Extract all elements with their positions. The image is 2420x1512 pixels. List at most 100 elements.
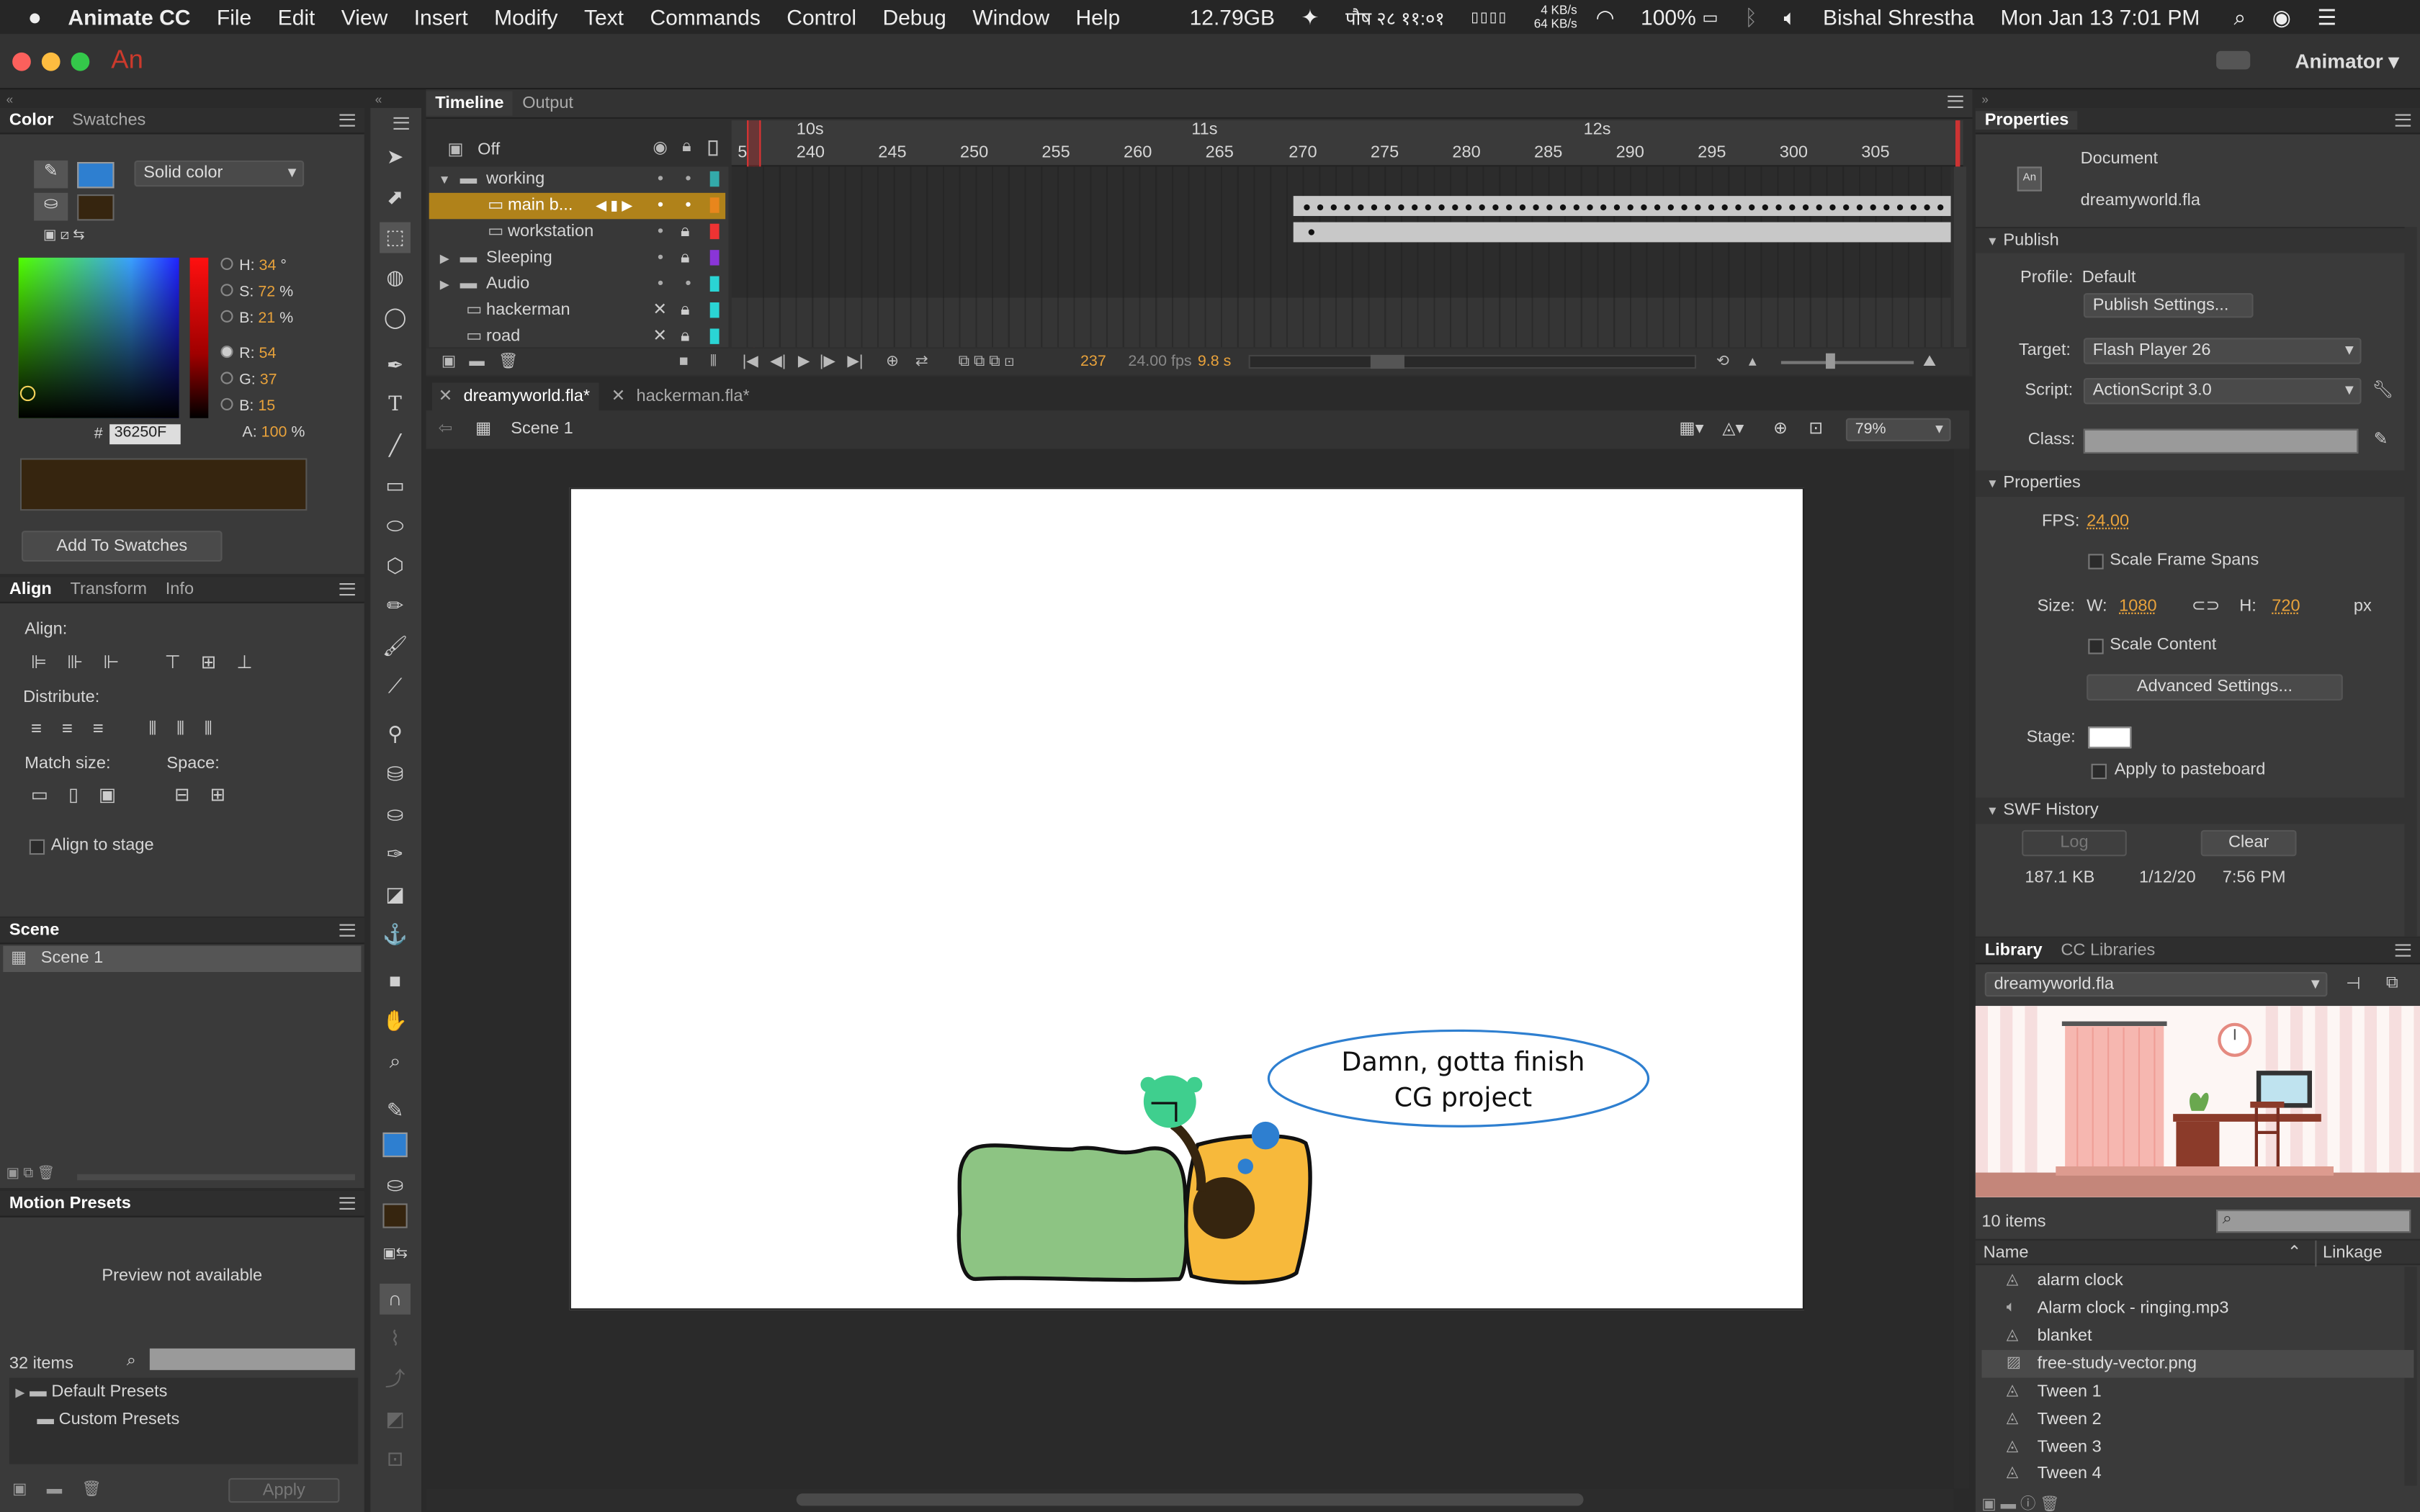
lock-all-icon[interactable]: 🔒︎ (682, 138, 691, 158)
paint-bucket-tool-icon[interactable]: ⛁ (380, 759, 411, 790)
menu-help[interactable]: Help (1075, 4, 1120, 29)
script-settings-icon[interactable]: 🔧︎ (2372, 379, 2394, 400)
collapse-right-icon[interactable]: » (1981, 93, 1989, 107)
rectangle-tool-icon[interactable]: ▭ (380, 471, 411, 502)
onion-skin-toggle[interactable]: ▣ Off (447, 139, 663, 161)
lock-dot[interactable]: • (685, 193, 691, 219)
library-item[interactable]: ▨ free-study-vector.png (1981, 1350, 2414, 1378)
free-transform-tool-icon[interactable]: ⬚ (380, 222, 411, 253)
align-right-icon[interactable]: ⊩ (103, 651, 139, 672)
frames-workstation[interactable]: ● (1293, 222, 1951, 243)
tab-align[interactable]: Align (0, 580, 61, 599)
name-column-header[interactable]: Name (1984, 1241, 2029, 1266)
scene-list-item[interactable]: ▦ Scene 1 (3, 945, 362, 972)
lasso-tool-icon[interactable]: ◯ (380, 302, 411, 333)
collapse-tools-icon[interactable]: « (375, 93, 382, 107)
green-value[interactable]: 37 (260, 372, 277, 390)
publish-settings-button[interactable]: Publish Settings... (2083, 293, 2254, 318)
stage-hscrollbar[interactable] (426, 1488, 1954, 1511)
frames-hackerman[interactable] (731, 297, 1951, 348)
elapsed-time[interactable]: 9.8 s (1198, 348, 1231, 374)
tab-library[interactable]: Library (1976, 941, 2052, 960)
eraser-tool-icon[interactable]: ◪ (380, 879, 411, 910)
swf-history-section-header[interactable]: ▼ SWF History (1975, 797, 2405, 824)
disclosure-closed-icon[interactable]: ▶ (440, 271, 449, 297)
red-row[interactable]: R: 54 (220, 343, 359, 369)
panel-menu-icon[interactable] (339, 114, 355, 127)
library-item[interactable]: ◬ blanket (1981, 1322, 2414, 1350)
bone-tool-icon[interactable]: ⚲ (380, 719, 411, 750)
lock-icon[interactable]: 🔒︎ (681, 298, 690, 324)
ink-bottle-tool-icon[interactable]: ⛀ (380, 799, 411, 830)
fill-color-tool-icon[interactable]: ⛀ (380, 1169, 411, 1200)
layer-row-main-b[interactable]: ▭ main b... ◀ ▮ ▶ • • (429, 192, 726, 220)
dist-hcenter-icon[interactable]: ⫴ (176, 717, 205, 739)
target-dropdown[interactable]: Flash Player 26 (2083, 338, 2362, 364)
library-item[interactable]: ◬ alarm clock (1981, 1266, 2414, 1295)
playhead-marker[interactable] (747, 120, 761, 167)
center-frame-icon[interactable]: ⊕ (886, 348, 899, 374)
visibility-dot[interactable]: • (658, 193, 663, 219)
tab-swatches[interactable]: Swatches (63, 111, 155, 130)
step-forward-icon[interactable]: |▶ (820, 348, 835, 374)
3d-rotation-tool-icon[interactable]: ◍ (380, 262, 411, 293)
apple-icon[interactable]: ● (28, 4, 42, 30)
frame-size-slider[interactable] (1780, 361, 1914, 364)
visibility-dot[interactable]: • (658, 271, 663, 297)
fill-type-dropdown[interactable]: Solid color (134, 160, 305, 187)
menu-file[interactable]: File (217, 4, 251, 29)
layer-row-sleeping[interactable]: ▶ ▬ Sleeping • 🔒︎ (429, 246, 725, 271)
panel-menu-icon[interactable] (2395, 114, 2411, 127)
lock-icon[interactable]: 🔒︎ (681, 219, 690, 245)
collapse-left-icon[interactable]: « (6, 93, 14, 107)
stage-artwork[interactable]: Damn, gotta finish CG project (571, 489, 1806, 1311)
bri-value[interactable]: 21 (258, 310, 275, 327)
doc-tab-hackerman[interactable]: ✕ hackerman.fla* (605, 382, 759, 410)
selection-tool-icon[interactable]: ➤ (380, 142, 411, 173)
align-bottom-icon[interactable]: ⊥ (236, 651, 272, 672)
zoom-tool-icon[interactable]: ⌕ (380, 1046, 411, 1077)
frames-main-b[interactable]: ●●●●●●●●●●●●●●●●●●●●●●●●●●●●●●●●●●●●●●●●… (1293, 196, 1951, 216)
default-presets-folder[interactable]: ▶ ▬ Default Presets (9, 1378, 358, 1406)
text-tool-icon[interactable]: T (380, 390, 411, 421)
back-arrow-icon[interactable]: ⇦ (439, 410, 453, 449)
panel-menu-icon[interactable] (1948, 95, 1963, 108)
alpha-value[interactable]: 100 (261, 424, 287, 441)
spotlight-icon[interactable]: ⌕ (2234, 4, 2246, 30)
lock-dot[interactable]: • (685, 166, 691, 192)
delete-preset-icon[interactable]: 🗑︎ (82, 1481, 102, 1498)
loop-icon[interactable]: ⇄ (915, 348, 928, 374)
library-item[interactable]: ◬ Tween 4 (1981, 1459, 2414, 1488)
layer-color-audio[interactable] (709, 276, 720, 292)
zoom-window-button[interactable] (71, 52, 90, 71)
new-layer-icon[interactable]: ▣ (442, 348, 456, 374)
new-symbol-icon[interactable]: ▣ (1981, 1497, 1996, 1512)
timeline-hscroll-thumb[interactable] (1370, 354, 1404, 369)
color-field[interactable] (18, 257, 179, 418)
layer-color-main-b[interactable] (709, 197, 720, 213)
add-scene-icon[interactable]: ▣ (6, 1165, 19, 1180)
stage-color-swatch[interactable] (2088, 726, 2132, 749)
menu-view[interactable]: View (341, 4, 387, 29)
height-value[interactable]: 720 (2272, 597, 2300, 616)
workspace-switcher[interactable]: Animator ▾ (2295, 50, 2398, 74)
fill-color-swatch[interactable] (77, 194, 115, 221)
user-name[interactable]: Bishal Shrestha (1823, 4, 1974, 29)
color-field-cursor[interactable] (19, 385, 36, 402)
apply-to-pasteboard-checkbox[interactable] (2091, 763, 2107, 780)
network-speed[interactable]: 4 KB/s 64 KB/s (1534, 3, 1577, 31)
timeline-hscroll[interactable] (1248, 354, 1696, 369)
layer-row-hackerman[interactable]: ▭ hackerman ✕ 🔒︎ (429, 298, 725, 324)
hue-slider[interactable] (189, 257, 209, 418)
collapse-section-icon[interactable]: ▼ (1986, 804, 1999, 817)
red-value[interactable]: 54 (259, 346, 277, 364)
tab-output[interactable]: Output (513, 94, 582, 113)
new-preset-icon[interactable]: ▣ (12, 1481, 27, 1498)
space-horizontal-icon[interactable]: ⊞ (210, 784, 246, 806)
new-folder-icon[interactable]: ▬ (469, 348, 484, 374)
siri-icon[interactable]: ◉ (2272, 4, 2291, 30)
paint-brush-tool-icon[interactable]: ⟋ (380, 671, 411, 702)
layer-color-sleeping[interactable] (709, 250, 720, 266)
hue-row[interactable]: H: 34 ° (220, 255, 359, 281)
clock[interactable]: Mon Jan 13 7:01 PM (2001, 4, 2200, 29)
